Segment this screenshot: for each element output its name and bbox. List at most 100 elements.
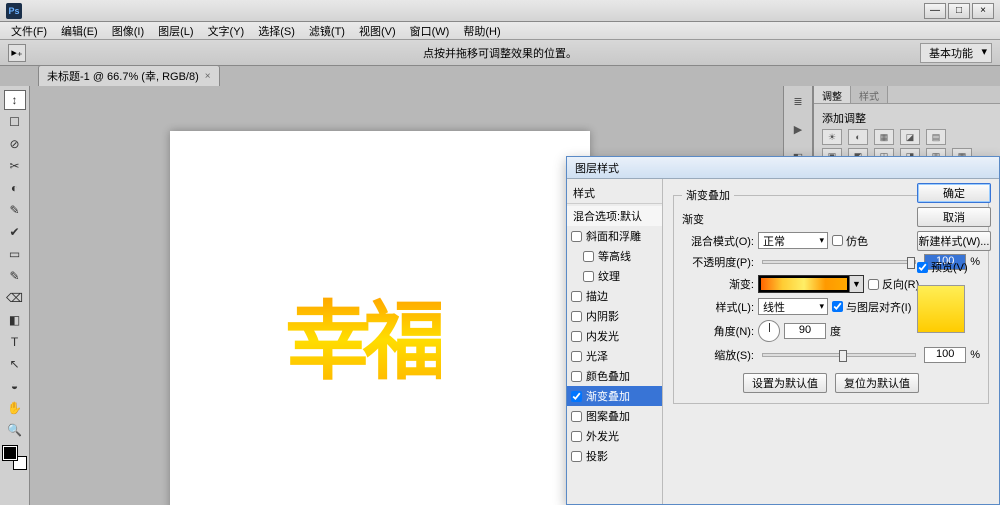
tool-dodge[interactable]: ◧: [4, 310, 26, 330]
tool-type[interactable]: T: [4, 332, 26, 352]
blend-mode-dropdown[interactable]: 正常: [758, 232, 828, 249]
adj-levels-icon[interactable]: ◐: [848, 129, 868, 145]
align-layer-checkbox[interactable]: [832, 301, 843, 312]
toolbox: ↕ ☐ ⊘ ✂ ◐ ✎ ✔ ▭ ✎ ⌫ ◧ T ↖ ◒ ✋ 🔍: [0, 86, 30, 505]
style-item-10[interactable]: 外发光: [567, 426, 662, 446]
color-swatch[interactable]: [3, 446, 27, 470]
scale-field[interactable]: 100: [924, 347, 966, 363]
menu-image[interactable]: 图像(I): [105, 21, 151, 41]
menu-filter[interactable]: 滤镜(T): [302, 21, 352, 41]
history-icon[interactable]: ≣: [789, 92, 807, 110]
style-item-9[interactable]: 图案叠加: [567, 406, 662, 426]
adj-exposure-icon[interactable]: ◪: [900, 129, 920, 145]
style-item-checkbox[interactable]: [571, 231, 582, 242]
scale-slider[interactable]: [762, 353, 916, 357]
reset-default-button[interactable]: 复位为默认值: [835, 373, 919, 393]
document-tab-close-icon[interactable]: ×: [205, 71, 211, 82]
style-item-checkbox[interactable]: [571, 451, 582, 462]
new-style-button[interactable]: 新建样式(W)...: [917, 231, 991, 251]
style-item-checkbox[interactable]: [571, 331, 582, 342]
reverse-label: 反向(R): [882, 276, 919, 292]
close-button[interactable]: ×: [972, 3, 994, 19]
move-tool-icon[interactable]: ▸₊: [8, 44, 26, 62]
tool-zoom[interactable]: 🔍: [4, 420, 26, 440]
tool-heal[interactable]: ✔: [4, 222, 26, 242]
blending-options-default[interactable]: 混合选项:默认: [567, 206, 662, 226]
gradient-dd-icon[interactable]: ▼: [849, 276, 863, 292]
style-item-0[interactable]: 斜面和浮雕: [567, 226, 662, 246]
tool-hand[interactable]: ✋: [4, 398, 26, 418]
menu-type[interactable]: 文字(Y): [201, 21, 252, 41]
maximize-button[interactable]: □: [948, 3, 970, 19]
tool-eyedropper[interactable]: ◐: [4, 178, 26, 198]
actions-icon[interactable]: ▶: [789, 120, 807, 138]
style-item-11[interactable]: 投影: [567, 446, 662, 466]
add-adjustment-label: 添加调整: [822, 110, 992, 126]
style-item-checkbox[interactable]: [571, 351, 582, 362]
style-item-label: 图案叠加: [586, 408, 630, 424]
tool-marquee[interactable]: ☐: [4, 112, 26, 132]
document-tab[interactable]: 未标题-1 @ 66.7% (幸, RGB/8) ×: [38, 65, 220, 86]
style-item-label: 颜色叠加: [586, 368, 630, 384]
angle-dial[interactable]: [758, 320, 780, 342]
style-item-checkbox[interactable]: [571, 291, 582, 302]
style-item-7[interactable]: 颜色叠加: [567, 366, 662, 386]
tool-pencil[interactable]: ✎: [4, 266, 26, 286]
adj-curves-icon[interactable]: ▦: [874, 129, 894, 145]
gradient-picker[interactable]: ▼: [758, 275, 864, 293]
tool-move[interactable]: ↕: [4, 90, 26, 110]
canvas-text-layer[interactable]: 幸福: [285, 271, 441, 396]
menu-edit[interactable]: 编辑(E): [54, 21, 105, 41]
style-item-5[interactable]: 内发光: [567, 326, 662, 346]
menu-window[interactable]: 窗口(W): [403, 21, 457, 41]
preview-checkbox[interactable]: [917, 262, 928, 273]
tab-styles[interactable]: 样式: [851, 86, 888, 103]
dither-checkbox[interactable]: [832, 235, 843, 246]
tool-crop[interactable]: ✂: [4, 156, 26, 176]
style-item-2[interactable]: 纹理: [567, 266, 662, 286]
dialog-titlebar[interactable]: 图层样式: [567, 157, 999, 179]
style-item-checkbox[interactable]: [583, 251, 594, 262]
style-item-3[interactable]: 描边: [567, 286, 662, 306]
tool-path[interactable]: ↖: [4, 354, 26, 374]
style-item-1[interactable]: 等高线: [567, 246, 662, 266]
adj-vibrance-icon[interactable]: ▤: [926, 129, 946, 145]
style-item-checkbox[interactable]: [571, 311, 582, 322]
window-titlebar: Ps — □ ×: [0, 0, 1000, 22]
canvas[interactable]: 幸福: [170, 131, 590, 505]
style-dropdown[interactable]: 线性: [758, 298, 828, 315]
reverse-checkbox[interactable]: [868, 279, 879, 290]
minimize-button[interactable]: —: [924, 3, 946, 19]
tab-adjustments[interactable]: 调整: [814, 86, 851, 103]
style-item-checkbox[interactable]: [571, 391, 582, 402]
adj-brightness-icon[interactable]: ☀: [822, 129, 842, 145]
menu-layer[interactable]: 图层(L): [151, 21, 200, 41]
tool-gradient[interactable]: ▭: [4, 244, 26, 264]
tool-shape[interactable]: ◒: [4, 376, 26, 396]
style-item-checkbox[interactable]: [571, 411, 582, 422]
menu-file[interactable]: 文件(F): [4, 21, 54, 41]
layer-style-dialog: 图层样式 样式 混合选项:默认 斜面和浮雕等高线纹理描边内阴影内发光光泽颜色叠加…: [566, 156, 1000, 505]
menu-help[interactable]: 帮助(H): [456, 21, 507, 41]
tool-lasso[interactable]: ⊘: [4, 134, 26, 154]
angle-field[interactable]: 90: [784, 323, 826, 339]
menu-select[interactable]: 选择(S): [251, 21, 302, 41]
set-default-button[interactable]: 设置为默认值: [743, 373, 827, 393]
style-item-6[interactable]: 光泽: [567, 346, 662, 366]
gradient-label: 渐变:: [682, 276, 754, 292]
style-item-8[interactable]: 渐变叠加: [567, 386, 662, 406]
style-item-label: 光泽: [586, 348, 608, 364]
tool-brush[interactable]: ✎: [4, 200, 26, 220]
style-item-checkbox[interactable]: [571, 431, 582, 442]
cancel-button[interactable]: 取消: [917, 207, 991, 227]
style-item-4[interactable]: 内阴影: [567, 306, 662, 326]
style-item-checkbox[interactable]: [571, 371, 582, 382]
scale-label: 缩放(S):: [682, 347, 754, 363]
menu-view[interactable]: 视图(V): [352, 21, 403, 41]
tool-eraser[interactable]: ⌫: [4, 288, 26, 308]
opacity-slider[interactable]: [762, 260, 916, 264]
workspace-dropdown[interactable]: 基本功能: [920, 43, 992, 63]
ok-button[interactable]: 确定: [917, 183, 991, 203]
style-item-checkbox[interactable]: [583, 271, 594, 282]
menu-bar: 文件(F) 编辑(E) 图像(I) 图层(L) 文字(Y) 选择(S) 滤镜(T…: [0, 22, 1000, 40]
